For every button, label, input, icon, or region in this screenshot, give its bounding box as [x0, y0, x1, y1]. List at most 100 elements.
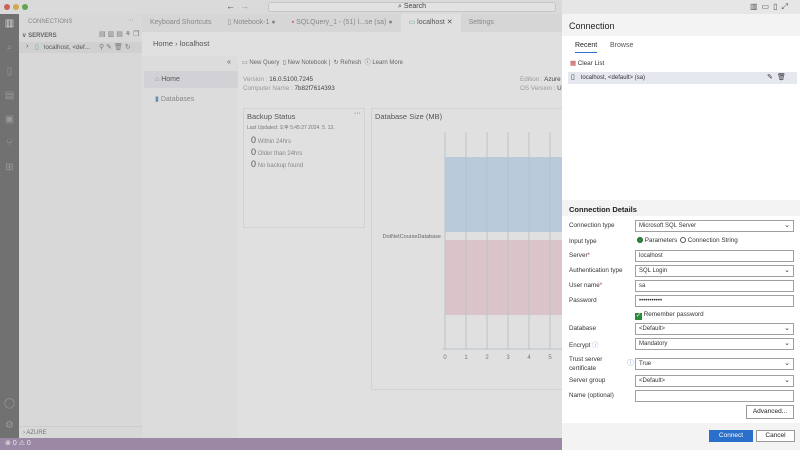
azure-section[interactable]: › AZURE	[19, 426, 142, 438]
extensions-badge-icon[interactable]: ▣	[3, 113, 16, 126]
home-icon: ⌂	[155, 76, 160, 83]
tab-localhost[interactable]: ▭ localhost ✕	[400, 14, 461, 32]
os-label: OS Version	[520, 85, 552, 92]
server-tree-item[interactable]: › ▯ localhost, <def... ⚲✎🗑↻	[19, 42, 142, 53]
minimize-window-button[interactable]	[13, 4, 19, 10]
auth-select[interactable]: SQL Login ⌄	[635, 265, 794, 277]
tab-browse[interactable]: Browse	[610, 42, 633, 49]
explorer-icon[interactable]: ▤	[3, 89, 16, 102]
chevron-down-icon: ⌄	[784, 377, 790, 384]
remember-password-checkbox[interactable]: ✓ Remember password	[635, 311, 704, 320]
account-icon[interactable]: ◯	[3, 397, 16, 410]
extensions-icon[interactable]: ⊞	[3, 161, 16, 174]
new-notebook-button[interactable]: ▯ New Notebook	[283, 60, 327, 66]
nav-home[interactable]: ⌂ Home	[144, 71, 238, 88]
settings-gear-icon[interactable]: ⚙	[3, 419, 16, 432]
collapse-icon[interactable]: «	[227, 59, 231, 66]
tab-label: Notebook-1	[233, 19, 270, 26]
server-icon: ▯	[571, 74, 575, 81]
info-icon[interactable]: ⓘ	[592, 342, 598, 349]
radio-connection-string-label: Connection String	[687, 237, 738, 244]
tab-notebook[interactable]: ▯ Notebook-1 ●	[219, 14, 283, 32]
database-size-widget: Database Size (MB) 0 1 2 3 4 5 DotNetCourseDat…	[371, 108, 571, 390]
password-input[interactable]: •••••••••••	[635, 295, 794, 307]
database-label: Database	[569, 325, 596, 332]
database-size-chart: 0 1 2 3 4 5 DotNetCourseDatabase	[383, 132, 570, 361]
encrypt-row: Encrypt ⓘ Mandatory ⌄	[569, 338, 797, 350]
layout-icons[interactable]: ▥▭▯⤢	[750, 2, 792, 12]
source-control-icon[interactable]: ⑂	[3, 137, 16, 150]
x-tick-label: 1	[464, 355, 468, 361]
computer-value: 7b82f7614393	[294, 85, 335, 92]
computer-label: Computer Name	[243, 85, 290, 92]
server-actions-icons[interactable]: ▤▥▤⚘❐	[99, 30, 141, 38]
connections-icon[interactable]: ▥	[3, 17, 16, 30]
back-arrow-icon[interactable]: ←	[226, 1, 235, 11]
nav-databases-label: Databases	[160, 96, 195, 103]
info-icon[interactable]: ⓘ	[627, 358, 634, 368]
warning-count[interactable]: 0	[27, 440, 31, 447]
encrypt-select[interactable]: Mandatory ⌄	[635, 338, 794, 350]
backup-title: Backup Status	[247, 112, 296, 121]
connection-type-select[interactable]: Microsoft SQL Server ⌄	[635, 220, 794, 232]
recent-connection-item[interactable]: ▯ localhost, <default> (sa) ✎ 🗑	[568, 72, 797, 84]
tab-settings[interactable]: Settings	[461, 14, 502, 32]
more-icon[interactable]: ···	[354, 110, 361, 117]
refresh-button[interactable]: ↻ Refresh	[334, 60, 362, 66]
breadcrumb-home[interactable]: Home	[153, 39, 173, 48]
user-label: User name*	[569, 282, 603, 289]
tab-sqlquery[interactable]: ▪ SQLQuery_1 - (51) l...se (sa) ●	[284, 14, 401, 32]
clear-list-button[interactable]: ▦ Clear List	[570, 60, 604, 67]
backup-label: No backup found	[257, 163, 304, 169]
password-row: Password •••••••••••	[569, 295, 797, 307]
encrypt-label-text: Encrypt	[569, 342, 591, 349]
tab-label: localhost	[417, 19, 445, 26]
user-row: User name* sa	[569, 280, 797, 292]
trust-select[interactable]: True ⌄	[635, 358, 794, 370]
expand-chevron-icon[interactable]: ›	[26, 43, 28, 50]
details-header: Connection Details	[562, 200, 800, 216]
advanced-button[interactable]: Advanced...	[746, 405, 794, 419]
maximize-window-button[interactable]	[22, 4, 28, 10]
new-query-button[interactable]: ▭ New Query	[242, 60, 279, 66]
notebook-icon[interactable]: ▯	[3, 65, 16, 78]
search-bar[interactable]: ⌕ Search	[268, 2, 556, 12]
close-window-button[interactable]	[4, 4, 10, 10]
server-group-select[interactable]: <Default> ⌄	[635, 375, 794, 387]
learn-more-button[interactable]: ⓘ Learn More	[365, 60, 403, 66]
database-row: Database <Default> ⌄	[569, 323, 797, 335]
server-input[interactable]: localhost	[635, 250, 794, 262]
search-icon[interactable]: ⌕	[3, 41, 16, 54]
cancel-button[interactable]: Cancel	[756, 430, 795, 442]
forward-arrow-icon[interactable]: →	[240, 1, 249, 11]
radio-unselected-icon	[680, 237, 686, 243]
category-label: DotNetCourseDatabase	[383, 234, 441, 240]
database-value: <Default>	[639, 326, 666, 332]
user-label-text: User name	[569, 282, 600, 289]
warning-icon[interactable]: ⚠	[19, 440, 25, 447]
tab-keyboard-shortcuts[interactable]: Keyboard Shortcuts	[142, 14, 219, 32]
radio-parameters-label: Parameters	[644, 237, 678, 244]
user-input[interactable]: sa	[635, 280, 794, 292]
more-actions-icon[interactable]: ···	[127, 17, 134, 24]
error-count[interactable]: 0	[13, 440, 17, 447]
error-icon[interactable]: ⊗	[5, 440, 11, 447]
breadcrumb-current[interactable]: localhost	[180, 39, 210, 48]
auth-value: SQL Login	[639, 268, 668, 274]
tab-label: SQLQuery_1 - (51) l...se (sa)	[296, 19, 387, 26]
servers-section[interactable]: ∨ SERVERS	[22, 32, 57, 39]
name-input[interactable]	[635, 390, 794, 402]
radio-connection-string[interactable]: Connection String	[680, 237, 738, 244]
tab-recent[interactable]: Recent	[575, 42, 598, 53]
delete-icon[interactable]: 🗑	[777, 73, 786, 81]
nav-databases[interactable]: ▮ Databases	[144, 90, 238, 107]
close-tab-icon[interactable]: ✕	[447, 19, 453, 26]
trust-row: Trust server certificate ⓘ True ⌄	[569, 356, 797, 373]
recent-item-label: localhost, <default> (sa)	[581, 74, 646, 81]
radio-parameters[interactable]: Parameters	[637, 237, 677, 244]
server-row-actions[interactable]: ⚲✎🗑↻	[99, 43, 133, 51]
edit-icon[interactable]: ✎	[767, 73, 773, 81]
connect-button[interactable]: Connect	[709, 430, 753, 442]
checkbox-checked-icon: ✓	[635, 313, 642, 320]
database-select[interactable]: <Default> ⌄	[635, 323, 794, 335]
